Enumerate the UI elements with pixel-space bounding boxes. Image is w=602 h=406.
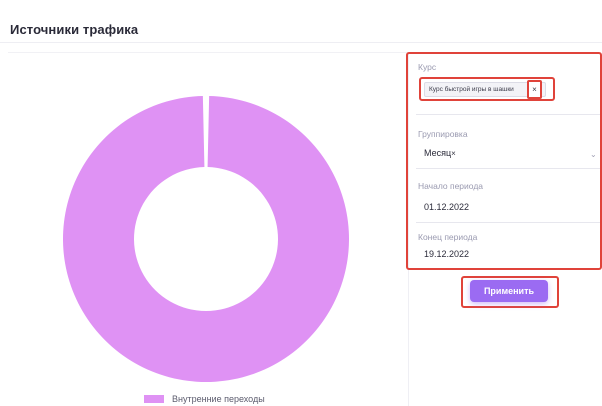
period-start-input[interactable]: 01.12.2022 <box>424 202 469 212</box>
header-divider <box>0 42 602 43</box>
period-start-underline <box>416 222 600 223</box>
legend-label: Внутренние переходы <box>172 394 265 404</box>
grouping-underline <box>416 168 600 169</box>
period-end-input[interactable]: 19.12.2022 <box>424 249 469 259</box>
period-end-label: Конец периода <box>418 232 478 242</box>
chevron-down-icon[interactable]: ⌄ <box>590 150 597 159</box>
grouping-value: Месяц <box>424 148 452 158</box>
grouping-select[interactable]: Месяц× <box>424 148 456 158</box>
legend-swatch <box>144 395 164 403</box>
course-chip-remove-icon[interactable]: × <box>527 80 542 99</box>
grouping-clear-icon[interactable]: × <box>451 149 456 158</box>
grouping-label: Группировка <box>418 129 468 139</box>
apply-button[interactable]: Применить <box>470 280 548 302</box>
traffic-sources-page: Источники трафика Внутренние переходы Ку… <box>0 0 602 406</box>
donut-chart <box>62 96 349 382</box>
donut-slice-0[interactable] <box>62 96 349 382</box>
course-label: Курс <box>418 62 437 72</box>
period-start-label: Начало периода <box>418 181 484 191</box>
traffic-chart: Внутренние переходы <box>0 54 408 406</box>
chart-legend[interactable]: Внутренние переходы <box>144 394 265 404</box>
page-title: Источники трафика <box>10 22 139 37</box>
course-field-underline <box>416 114 600 115</box>
